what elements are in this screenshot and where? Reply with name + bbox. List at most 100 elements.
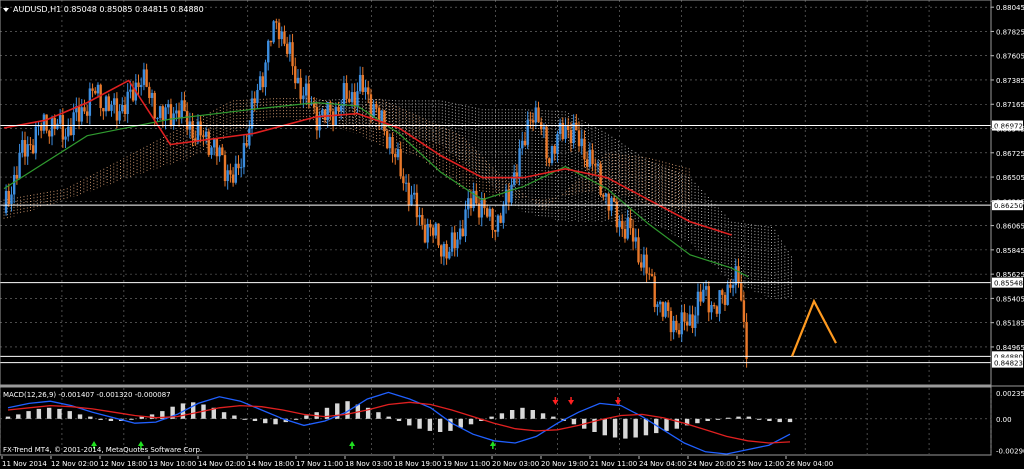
- candle-body[interactable]: [531, 120, 535, 123]
- candle-body[interactable]: [469, 198, 473, 209]
- candle-body[interactable]: [526, 119, 529, 146]
- candle-body[interactable]: [29, 144, 32, 146]
- candle-body[interactable]: [56, 123, 59, 129]
- candle-body[interactable]: [67, 126, 70, 137]
- candle-body[interactable]: [267, 40, 270, 63]
- candle-body[interactable]: [156, 117, 159, 119]
- candle-body[interactable]: [315, 107, 319, 131]
- candle-body[interactable]: [534, 107, 537, 123]
- candle-body[interactable]: [48, 130, 51, 137]
- candle-body[interactable]: [337, 107, 340, 112]
- candle-body[interactable]: [612, 197, 616, 202]
- candle-body[interactable]: [167, 104, 170, 108]
- candle-body[interactable]: [545, 126, 548, 159]
- candle-body[interactable]: [618, 220, 621, 228]
- candle-body[interactable]: [185, 111, 189, 130]
- candle-body[interactable]: [385, 130, 389, 149]
- candle-body[interactable]: [107, 96, 110, 111]
- candle-body[interactable]: [358, 74, 362, 92]
- candle-body[interactable]: [707, 286, 710, 313]
- candle-body[interactable]: [480, 198, 483, 218]
- candle-body[interactable]: [372, 104, 375, 118]
- candle-body[interactable]: [215, 139, 219, 157]
- candle-body[interactable]: [583, 138, 586, 160]
- candle-body[interactable]: [550, 145, 554, 164]
- candle-body[interactable]: [669, 311, 673, 333]
- candle-body[interactable]: [458, 228, 462, 240]
- candle-body[interactable]: [175, 110, 178, 114]
- candle-body[interactable]: [594, 164, 597, 166]
- candle-body[interactable]: [356, 91, 359, 107]
- candle-body[interactable]: [10, 194, 13, 205]
- candle-body[interactable]: [588, 149, 592, 167]
- candle-body[interactable]: [599, 164, 602, 195]
- candle-body[interactable]: [118, 111, 121, 121]
- candle-body[interactable]: [102, 108, 105, 112]
- candle-body[interactable]: [158, 106, 162, 118]
- candle-body[interactable]: [542, 126, 546, 130]
- candle-body[interactable]: [648, 273, 651, 275]
- candle-body[interactable]: [450, 232, 454, 252]
- candle-body[interactable]: [394, 153, 397, 158]
- candle-body[interactable]: [558, 122, 562, 134]
- candle-body[interactable]: [529, 119, 532, 121]
- candle-body[interactable]: [510, 184, 513, 203]
- candle-body[interactable]: [361, 74, 365, 92]
- candle-body[interactable]: [50, 117, 54, 137]
- candle-body[interactable]: [412, 192, 416, 195]
- candle-body[interactable]: [302, 95, 305, 100]
- candle-body[interactable]: [299, 77, 302, 100]
- candle-body[interactable]: [702, 289, 705, 302]
- candle-body[interactable]: [502, 204, 505, 223]
- candle-body[interactable]: [437, 223, 440, 246]
- candle-body[interactable]: [731, 285, 735, 288]
- candle-body[interactable]: [548, 158, 551, 164]
- candle-body[interactable]: [602, 194, 605, 197]
- candle-body[interactable]: [40, 125, 43, 131]
- candle-body[interactable]: [350, 92, 354, 103]
- candle-body[interactable]: [367, 87, 370, 95]
- candle-body[interactable]: [212, 139, 216, 148]
- candle-body[interactable]: [45, 114, 48, 131]
- candle-body[interactable]: [683, 312, 686, 322]
- candle-body[interactable]: [564, 124, 567, 139]
- candle-body[interactable]: [240, 167, 243, 169]
- candle-body[interactable]: [291, 42, 294, 67]
- candle-body[interactable]: [418, 215, 421, 218]
- candle-body[interactable]: [518, 148, 521, 177]
- candle-body[interactable]: [340, 105, 343, 112]
- candle-body[interactable]: [739, 283, 743, 301]
- candle-body[interactable]: [723, 294, 727, 305]
- candle-body[interactable]: [634, 237, 637, 242]
- candle-body[interactable]: [680, 312, 683, 335]
- candle-body[interactable]: [667, 302, 670, 312]
- candle-body[interactable]: [296, 77, 300, 84]
- candle-body[interactable]: [496, 215, 500, 232]
- candle-body[interactable]: [523, 140, 527, 146]
- candle-body[interactable]: [153, 92, 156, 119]
- candle-body[interactable]: [491, 208, 494, 230]
- candle-body[interactable]: [294, 66, 297, 84]
- candle-body[interactable]: [150, 92, 154, 98]
- candle-body[interactable]: [621, 220, 624, 229]
- candle-body[interactable]: [234, 163, 238, 183]
- candle-body[interactable]: [675, 320, 678, 331]
- candle-body[interactable]: [737, 266, 740, 284]
- candle-body[interactable]: [18, 152, 21, 179]
- candle-body[interactable]: [556, 133, 559, 154]
- candle-body[interactable]: [591, 149, 594, 165]
- candle-body[interactable]: [323, 110, 327, 121]
- candle-body[interactable]: [229, 170, 232, 175]
- candle-body[interactable]: [650, 274, 654, 277]
- candle-body[interactable]: [245, 143, 248, 146]
- candle-body[interactable]: [69, 126, 73, 136]
- candle-body[interactable]: [345, 83, 348, 99]
- candle-body[interactable]: [248, 128, 251, 146]
- trading-chart[interactable]: 0.869720.862500.855480.848800.84823 AUDU…: [0, 0, 1024, 469]
- candle-body[interactable]: [83, 107, 86, 112]
- candle-body[interactable]: [710, 305, 713, 313]
- candle-body[interactable]: [704, 286, 708, 290]
- candle-body[interactable]: [115, 98, 119, 121]
- candle-body[interactable]: [488, 208, 492, 217]
- candle-body[interactable]: [440, 245, 443, 257]
